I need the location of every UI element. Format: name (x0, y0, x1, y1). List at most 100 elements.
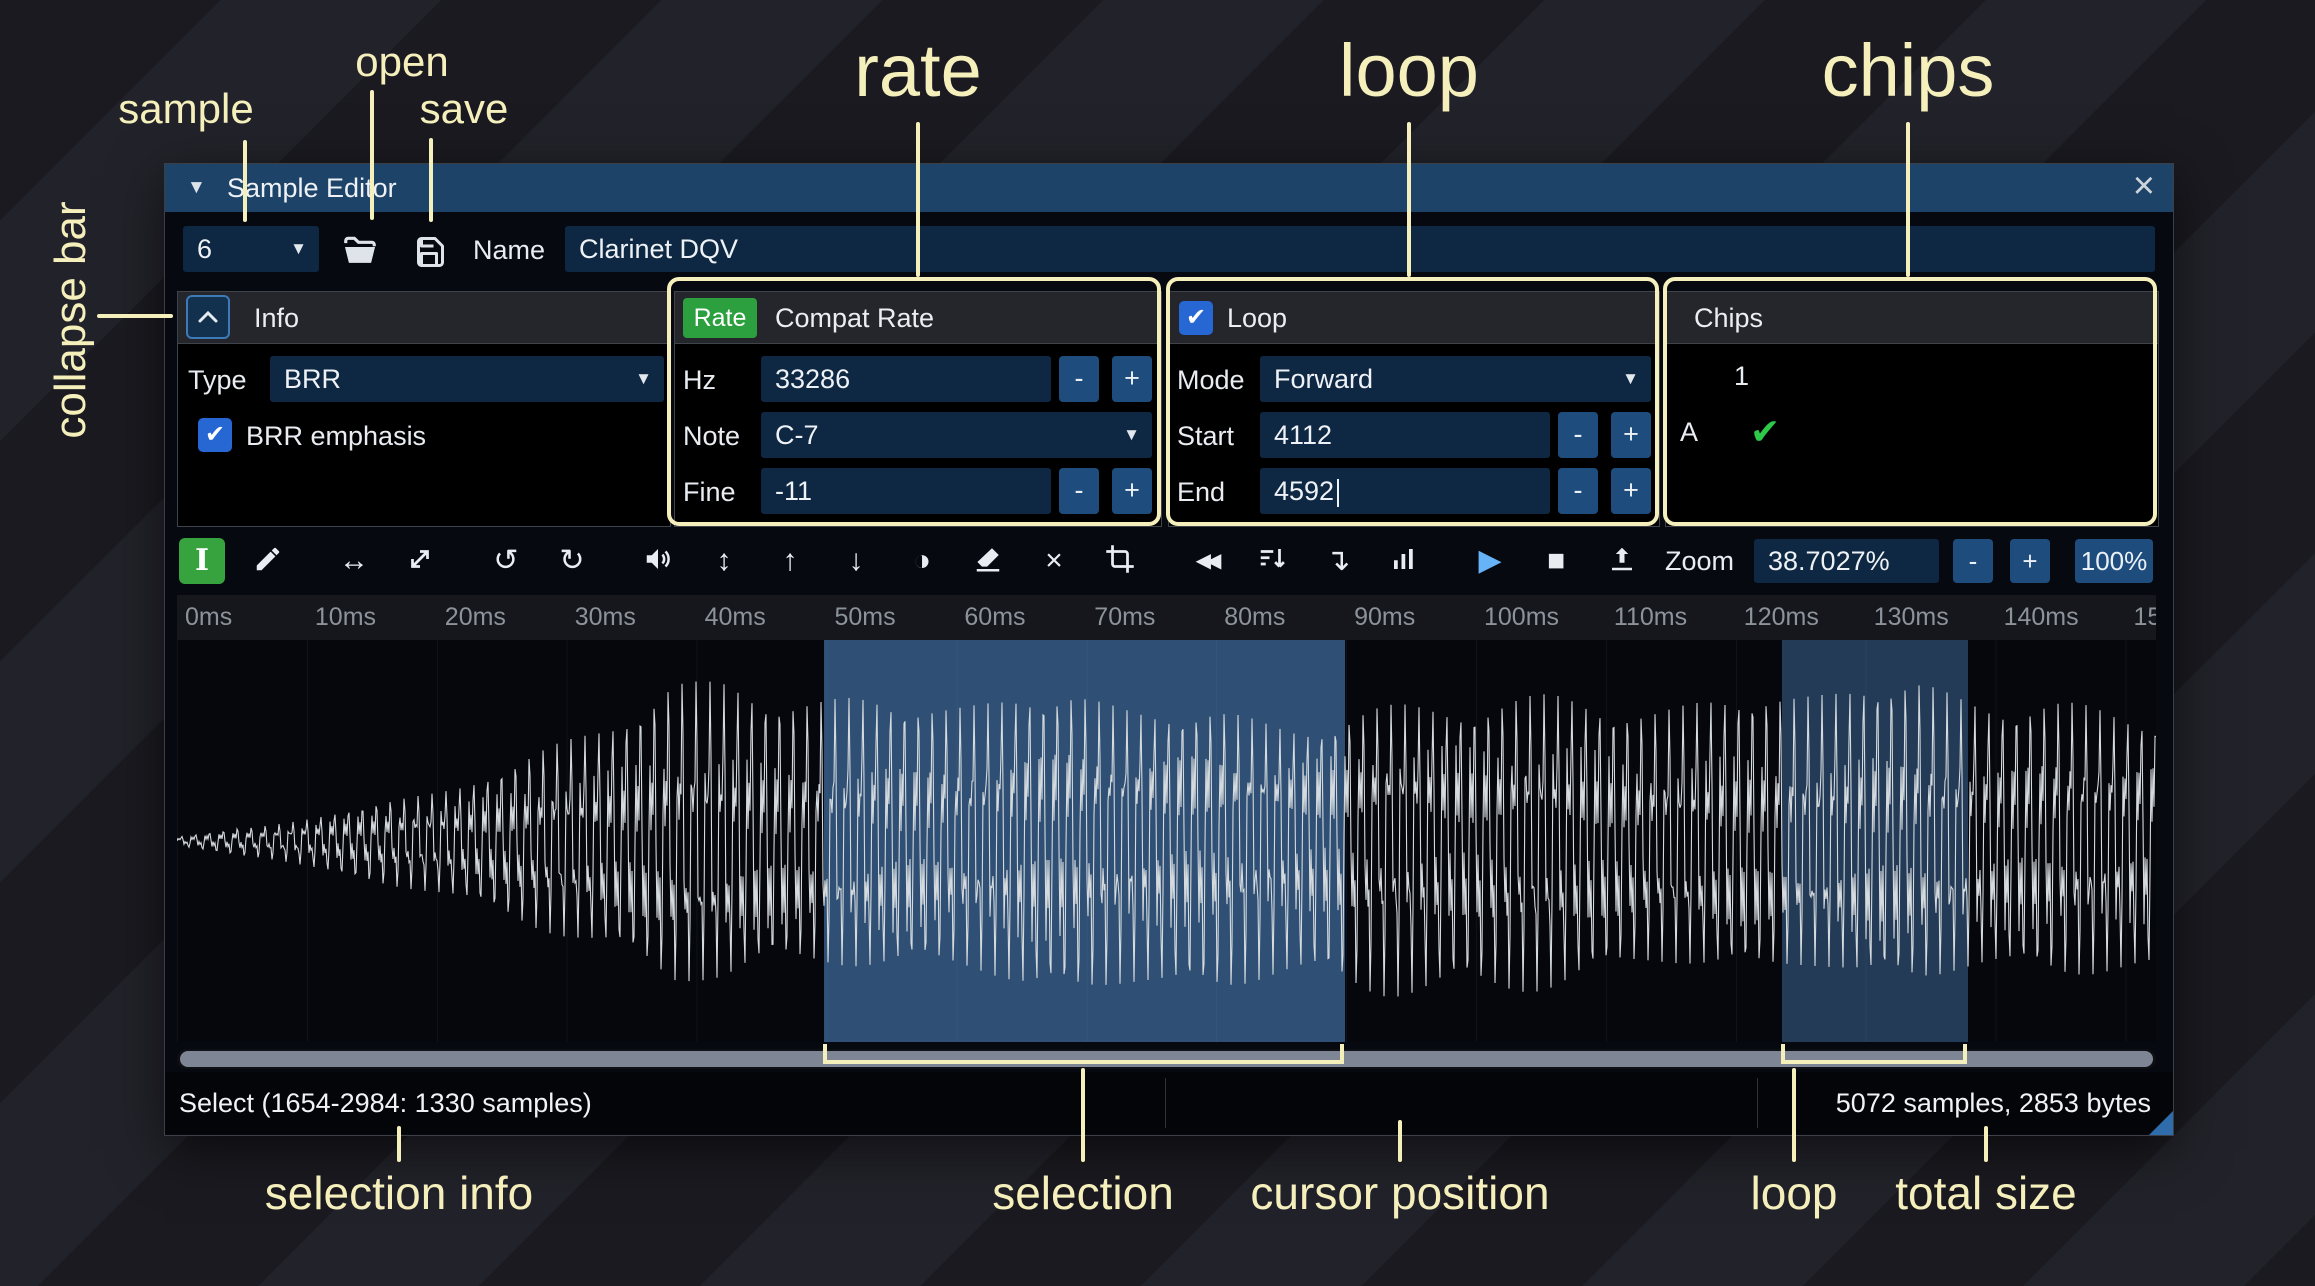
bar-chart-icon[interactable] (1381, 538, 1427, 584)
loop-header: ✔ Loop (1169, 292, 1659, 344)
name-input[interactable]: Clarinet DQV (565, 226, 2155, 272)
page-background: ▼ Sample Editor × 6 ▼ Name Clarinet DQV (0, 0, 2315, 1286)
type-label: Type (188, 365, 247, 395)
info-collapse-bar[interactable]: Info (178, 292, 670, 344)
timeline-ruler[interactable]: 0ms 10ms 20ms 30ms 40ms 50ms 60ms 70ms 80ms 90ms 1… (177, 595, 2156, 640)
undo-icon[interactable]: ↺ (483, 538, 529, 584)
loop-start-minus-button[interactable]: - (1558, 412, 1598, 458)
loop-mode-select[interactable]: Forward ▼ (1260, 356, 1651, 402)
sample-selector-value: 6 (197, 234, 213, 264)
loop-end-plus-button[interactable]: + (1611, 468, 1651, 514)
rate-tab[interactable]: Rate (683, 298, 757, 338)
status-divider (1757, 1078, 1758, 1128)
annotation-line-collapse-bar (97, 314, 173, 318)
zoom-input[interactable]: 38.7027% (1754, 539, 1939, 583)
brr-emphasis-label: BRR emphasis (246, 421, 427, 451)
annotation-loop: loop (1339, 29, 1479, 112)
note-value: C-7 (775, 420, 819, 450)
chips-section: Chips 1 A ✔ (1665, 291, 2159, 527)
text-cursor (1337, 478, 1340, 507)
timeline-label: 80ms (1224, 603, 1286, 631)
arrow-turn-down-icon[interactable]: ↴ (1315, 538, 1361, 584)
rate-section: Rate Compat Rate Hz 33286 - + Note C-7 ▼… (674, 291, 1162, 527)
hz-label: Hz (683, 365, 716, 395)
close-icon[interactable]: × (2133, 162, 2155, 210)
window-collapse-triangle-icon[interactable]: ▼ (187, 164, 206, 212)
open-folder-icon[interactable] (341, 232, 379, 270)
annotation-selection-info: selection info (264, 1167, 534, 1219)
timeline-label: 0ms (185, 603, 233, 631)
redo-icon[interactable]: ↻ (549, 538, 595, 584)
note-select[interactable]: C-7 ▼ (761, 412, 1152, 458)
chips-column-header: 1 (1734, 361, 1750, 391)
x-icon[interactable]: × (1031, 538, 1077, 584)
annotation-sample: sample (118, 85, 254, 132)
annotation-rate: rate (854, 29, 982, 112)
arrows-diagonal-icon[interactable] (397, 538, 443, 584)
timeline-label: 110ms (1613, 603, 1688, 631)
collapse-button[interactable] (186, 295, 230, 339)
play-icon[interactable]: ▶ (1467, 538, 1513, 584)
compat-rate-tab[interactable]: Compat Rate (775, 292, 934, 344)
fast-backward-icon[interactable]: ◀◀ (1183, 538, 1229, 584)
arrows-horizontal-icon[interactable]: ↔ (331, 538, 377, 584)
loop-end-minus-button[interactable]: - (1558, 468, 1598, 514)
waveform-display[interactable] (177, 640, 2156, 1042)
loop-checkbox[interactable]: ✔ (1179, 301, 1213, 335)
sample-selector[interactable]: 6 ▼ (183, 226, 319, 272)
chip-enabled-check-icon[interactable]: ✔ (1750, 408, 1780, 456)
brr-emphasis-checkbox[interactable]: ✔ (198, 418, 232, 452)
upload-icon[interactable] (1599, 538, 1645, 584)
arrow-up-icon[interactable]: ↑ (767, 538, 813, 584)
loop-start-input[interactable]: 4112 (1260, 412, 1550, 458)
scrollbar-thumb[interactable] (180, 1051, 2153, 1067)
arrow-down-icon[interactable]: ↓ (833, 538, 879, 584)
name-value: Clarinet DQV (579, 234, 739, 264)
annotation-total-size: total size (1895, 1167, 2077, 1219)
hz-minus-button[interactable]: - (1059, 356, 1099, 402)
edit-cursor-icon[interactable]: I (179, 538, 225, 584)
timeline-label: 120ms (1743, 603, 1819, 631)
eraser-icon[interactable] (965, 538, 1011, 584)
rate-header: Rate Compat Rate (675, 292, 1161, 344)
type-select[interactable]: BRR ▼ (270, 356, 664, 402)
fine-minus-button[interactable]: - (1059, 468, 1099, 514)
sort-descending-icon[interactable] (1249, 538, 1295, 584)
horizontal-scrollbar[interactable] (177, 1049, 2156, 1069)
total-size-text: 5072 samples, 2853 bytes (1835, 1088, 2151, 1118)
save-icon[interactable] (411, 234, 447, 270)
waveform-svg (177, 681, 2156, 997)
zoom-in-button[interactable]: + (2010, 539, 2050, 583)
crop-icon[interactable] (1097, 538, 1143, 584)
loop-end-input[interactable]: 4592 (1260, 468, 1550, 514)
titlebar[interactable]: ▼ Sample Editor × (165, 164, 2173, 212)
window-title: Sample Editor (227, 173, 397, 203)
zoom-out-button[interactable]: - (1953, 539, 1993, 583)
fine-plus-button[interactable]: + (1112, 468, 1152, 514)
timeline-label: 150 (2133, 603, 2157, 631)
info-section: Info Type BRR ▼ ✔ BRR emphasis (177, 291, 671, 527)
stop-icon[interactable]: ■ (1533, 538, 1579, 584)
check-icon: ✔ (1185, 304, 1207, 331)
mode-label: Mode (1177, 365, 1245, 395)
loop-start-plus-button[interactable]: + (1611, 412, 1651, 458)
loop-header-title: Loop (1227, 303, 1288, 333)
fine-input[interactable]: -11 (761, 468, 1051, 514)
timeline-label: 70ms (1094, 603, 1156, 631)
resize-grip[interactable] (2149, 1111, 2173, 1135)
check-icon: ✔ (204, 421, 226, 448)
arrows-vertical-icon[interactable]: ↕ (701, 538, 747, 584)
status-bar: Select (1654-2984: 1330 samples) 5072 sa… (165, 1072, 2173, 1134)
zoom-reset-button[interactable]: 100% (2075, 539, 2153, 583)
annotation-loop-region: loop (1750, 1167, 1838, 1219)
invert-circle-icon[interactable]: ◑ (899, 538, 945, 584)
speaker-icon[interactable] (635, 538, 681, 584)
pencil-icon[interactable] (245, 538, 291, 584)
hz-input[interactable]: 33286 (761, 356, 1051, 402)
hz-plus-button[interactable]: + (1112, 356, 1152, 402)
waveform-path (177, 681, 2156, 997)
annotation-open: open (355, 38, 449, 85)
chips-header-title: Chips (1694, 303, 1764, 333)
timeline-label: 100ms (1484, 603, 1560, 631)
fine-value: -11 (775, 476, 813, 506)
